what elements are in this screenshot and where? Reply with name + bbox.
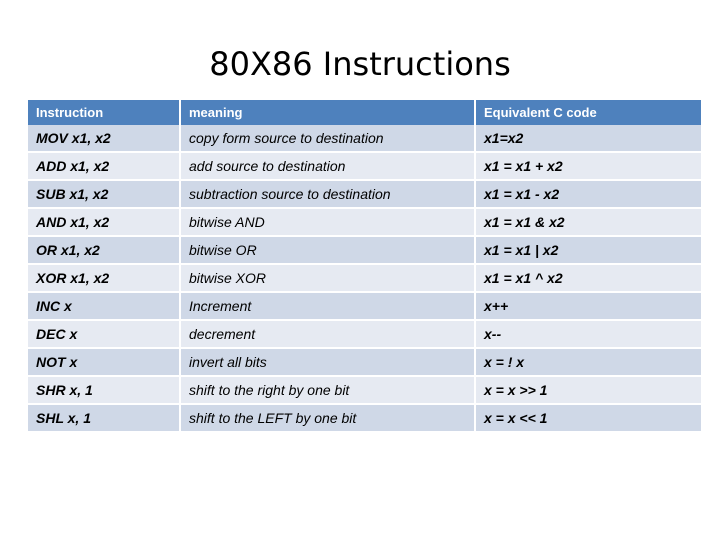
cell-equivalent-c-code: x1 = x1 & x2 — [475, 208, 701, 237]
cell-meaning: invert all bits — [180, 348, 476, 377]
cell-equivalent-c-code: x++ — [475, 292, 701, 321]
table-row: OR x1, x2 bitwise OR x1 = x1 | x2 — [28, 236, 701, 265]
cell-meaning: bitwise OR — [180, 236, 476, 265]
instructions-table: Instruction meaning Equivalent C code MO… — [28, 100, 701, 433]
table-row: SHL x, 1 shift to the LEFT by one bit x = … — [28, 404, 701, 433]
cell-equivalent-c-code: x = x << 1 — [475, 404, 701, 433]
cell-equivalent-c-code: x = x >> 1 — [475, 376, 701, 405]
cell-meaning: bitwise AND — [180, 208, 476, 237]
column-header-equivalent-c-code: Equivalent C code — [475, 100, 701, 125]
table-row: AND x1, x2 bitwise AND x1 = x1 & x2 — [28, 208, 701, 237]
cell-meaning: add source to destination — [180, 152, 476, 181]
cell-instruction: NOT x — [28, 348, 181, 377]
cell-meaning: decrement — [180, 320, 476, 349]
cell-instruction: DEC x — [28, 320, 181, 349]
table-row: MOV x1, x2 copy form source to destinatio… — [28, 125, 701, 153]
cell-meaning: shift to the right by one bit — [180, 376, 476, 405]
cell-instruction: AND x1, x2 — [28, 208, 181, 237]
cell-instruction: OR x1, x2 — [28, 236, 181, 265]
column-header-instruction: Instruction — [28, 100, 181, 125]
cell-instruction: INC x — [28, 292, 181, 321]
table-row: SHR x, 1 shift to the right by one bit x =… — [28, 376, 701, 405]
table-row: NOT x invert all bits x = ! x — [28, 348, 701, 377]
column-header-meaning: meaning — [180, 100, 476, 125]
table-row: INC x Increment x++ — [28, 292, 701, 321]
cell-equivalent-c-code: x1=x2 — [475, 125, 701, 153]
instructions-table-container: Instruction meaning Equivalent C code MO… — [28, 100, 701, 433]
cell-equivalent-c-code: x-- — [475, 320, 701, 349]
cell-meaning: copy form source to destination — [180, 125, 476, 153]
cell-meaning: bitwise XOR — [180, 264, 476, 293]
cell-meaning: shift to the LEFT by one bit — [180, 404, 476, 433]
cell-instruction: ADD x1, x2 — [28, 152, 181, 181]
cell-meaning: Increment — [180, 292, 476, 321]
cell-equivalent-c-code: x1 = x1 - x2 — [475, 180, 701, 209]
cell-instruction: SUB x1, x2 — [28, 180, 181, 209]
page-title: 80X86 Instructions — [209, 45, 511, 83]
table-row: XOR x1, x2 bitwise XOR x1 = x1 ^ x2 — [28, 264, 701, 293]
cell-equivalent-c-code: x = ! x — [475, 348, 701, 377]
cell-equivalent-c-code: x1 = x1 ^ x2 — [475, 264, 701, 293]
table-header: Instruction meaning Equivalent C code — [28, 100, 701, 125]
cell-instruction: XOR x1, x2 — [28, 264, 181, 293]
slide-canvas: 80X86 Instructions Instruction meaning E… — [0, 0, 720, 540]
table-body: MOV x1, x2 copy form source to destinatio… — [28, 125, 701, 433]
table-row: SUB x1, x2 subtraction source to destinat… — [28, 180, 701, 209]
cell-instruction: SHR x, 1 — [28, 376, 181, 405]
table-row: DEC x decrement x-- — [28, 320, 701, 349]
table-header-row: Instruction meaning Equivalent C code — [28, 100, 701, 125]
cell-meaning: subtraction source to destination — [180, 180, 476, 209]
table-row: ADD x1, x2 add source to destination x1 = … — [28, 152, 701, 181]
cell-instruction: SHL x, 1 — [28, 404, 181, 433]
cell-equivalent-c-code: x1 = x1 | x2 — [475, 236, 701, 265]
cell-instruction: MOV x1, x2 — [28, 125, 181, 153]
cell-equivalent-c-code: x1 = x1 + x2 — [475, 152, 701, 181]
